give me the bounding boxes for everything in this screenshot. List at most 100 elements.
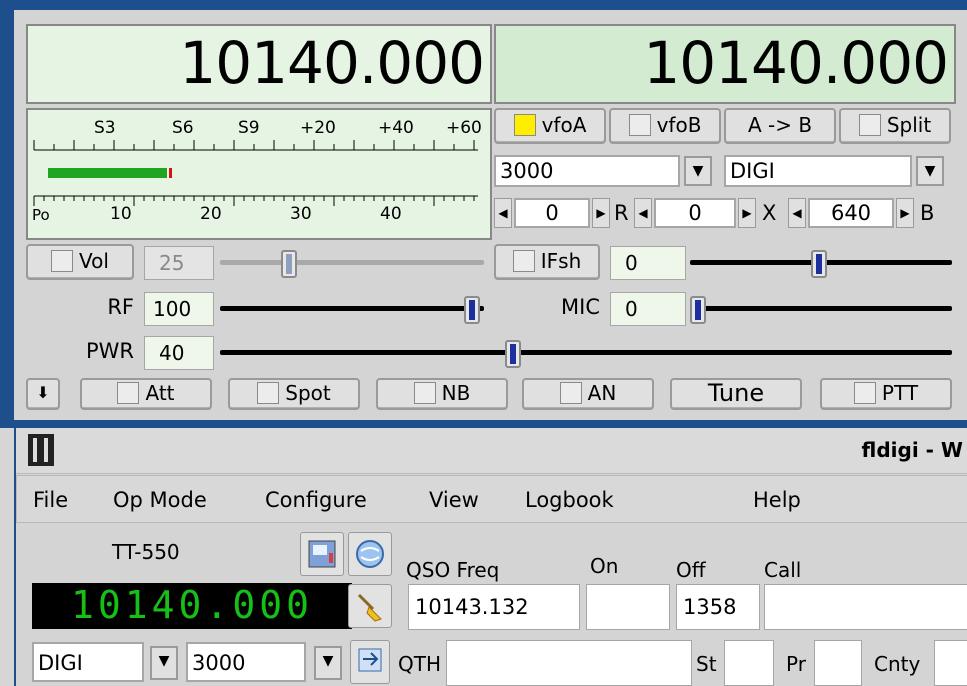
- fldigi-mode-dropdown[interactable]: ▼: [150, 646, 178, 680]
- ifsh-toggle-button[interactable]: IFsh: [494, 244, 600, 280]
- split-button[interactable]: Split: [839, 108, 951, 144]
- cnty-label: Cnty: [874, 652, 921, 676]
- menu-bar: File Op Mode Configure View Logbook Help: [16, 475, 967, 523]
- shift-r-label: R: [614, 201, 629, 225]
- vol-label: Vol: [79, 249, 109, 273]
- fldigi-mode-select[interactable]: DIGI: [32, 642, 144, 682]
- mic-value: 0: [610, 292, 686, 326]
- ifsh-indicator: [512, 250, 535, 272]
- vfo-b-frequency-display[interactable]: 10140.000: [494, 24, 956, 104]
- lookup-icon[interactable]: [350, 640, 390, 684]
- po-scale-label: 30: [290, 204, 312, 224]
- qso-freq-header: QSO Freq: [406, 558, 500, 582]
- arrow-left-icon: ◀: [792, 206, 802, 220]
- spot-button[interactable]: Spot: [228, 378, 360, 410]
- s-scale-label: S3: [94, 118, 116, 138]
- shift-b-value[interactable]: 640: [808, 198, 894, 228]
- pr-field[interactable]: [814, 640, 862, 686]
- rig-window: 10140.000 10140.000 S3 S6 S9 +20 +40 +60…: [0, 0, 967, 428]
- clear-broom-icon[interactable]: [348, 584, 392, 628]
- ifsh-slider[interactable]: [690, 246, 952, 282]
- qth-field[interactable]: [446, 640, 692, 686]
- menu-logbook[interactable]: Logbook: [525, 488, 614, 512]
- menu-configure[interactable]: Configure: [265, 488, 367, 512]
- on-time-field[interactable]: [586, 584, 670, 630]
- bandwidth-dropdown-button[interactable]: ▼: [684, 156, 712, 186]
- bandwidth-select[interactable]: 3000: [494, 155, 680, 187]
- qso-freq-field[interactable]: 10143.132: [408, 584, 580, 630]
- nb-button[interactable]: NB: [376, 378, 508, 410]
- menu-view[interactable]: View: [429, 488, 479, 512]
- arrow-right-icon: ▶: [900, 206, 910, 220]
- mic-slider[interactable]: [690, 292, 952, 328]
- st-label: St: [696, 652, 717, 676]
- shift-b-increment[interactable]: ▶: [896, 198, 914, 228]
- st-field[interactable]: [724, 640, 774, 686]
- vfo-b-indicator: [628, 114, 651, 136]
- qth-label: QTH: [398, 652, 441, 676]
- off-time-field[interactable]: 1358: [676, 584, 760, 630]
- menu-op-mode[interactable]: Op Mode: [113, 488, 207, 512]
- menu-file[interactable]: File: [33, 488, 68, 512]
- split-indicator: [858, 114, 881, 136]
- nb-indicator: [413, 382, 436, 404]
- shift-b-decrement[interactable]: ◀: [788, 198, 806, 228]
- globe-icon[interactable]: [348, 532, 392, 576]
- shift-x-increment[interactable]: ▶: [738, 198, 756, 228]
- expand-button[interactable]: ⬇: [26, 378, 60, 410]
- an-button[interactable]: AN: [522, 378, 654, 410]
- att-indicator: [117, 382, 140, 404]
- att-label: Att: [145, 381, 175, 405]
- po-scale-label: 40: [380, 204, 402, 224]
- fldigi-bandwidth-select[interactable]: 3000: [186, 642, 306, 682]
- shift-b-label: B: [920, 201, 935, 225]
- shift-r-value[interactable]: 0: [514, 198, 590, 228]
- s-scale-label: +40: [378, 118, 414, 138]
- rig-control-icon[interactable]: [300, 532, 344, 576]
- pr-label: Pr: [786, 652, 806, 676]
- shift-x-value[interactable]: 0: [654, 198, 736, 228]
- tune-button[interactable]: Tune: [670, 378, 802, 410]
- shift-r-decrement[interactable]: ◀: [494, 198, 512, 228]
- chevron-down-icon: ▼: [322, 653, 334, 669]
- fldigi-app-icon: [28, 434, 54, 466]
- po-scale-label: 10: [110, 204, 132, 224]
- rf-slider[interactable]: [220, 292, 484, 328]
- vfo-a-button[interactable]: vfoA: [494, 108, 606, 144]
- mode-dropdown-button[interactable]: ▼: [916, 156, 944, 186]
- nb-label: NB: [441, 381, 471, 405]
- shift-r-increment[interactable]: ▶: [592, 198, 610, 228]
- arrow-left-icon: ◀: [638, 206, 648, 220]
- call-field[interactable]: [764, 584, 967, 630]
- ifsh-value: 0: [610, 246, 686, 280]
- att-button[interactable]: Att: [80, 378, 212, 410]
- a-to-b-button[interactable]: A -> B: [724, 108, 836, 144]
- window-title: fldigi - W: [861, 438, 963, 462]
- vol-indicator: [51, 250, 74, 272]
- fldigi-bandwidth-dropdown[interactable]: ▼: [314, 646, 342, 680]
- ptt-indicator: [853, 382, 876, 404]
- menu-help[interactable]: Help: [753, 488, 801, 512]
- off-header: Off: [676, 558, 706, 582]
- frequency-lcd[interactable]: 10140.000: [32, 583, 352, 629]
- lookup-graphic: [358, 648, 382, 672]
- rf-label: RF: [107, 295, 134, 319]
- arrow-right-icon: ▶: [742, 206, 752, 220]
- cnty-field[interactable]: [934, 640, 967, 686]
- vfo-a-frequency-display[interactable]: 10140.000: [26, 24, 492, 104]
- mode-select[interactable]: DIGI: [724, 155, 912, 187]
- chevron-down-icon: ▼: [924, 163, 936, 179]
- vol-toggle-button[interactable]: Vol: [26, 244, 134, 280]
- arrow-left-icon: ◀: [498, 206, 508, 220]
- vol-slider[interactable]: [220, 246, 484, 282]
- shift-x-label: X: [762, 201, 777, 225]
- po-scale-label: Po: [32, 206, 50, 224]
- ptt-button[interactable]: PTT: [820, 378, 952, 410]
- shift-x-decrement[interactable]: ◀: [634, 198, 652, 228]
- an-label: AN: [587, 381, 617, 405]
- vfo-b-button[interactable]: vfoB: [609, 108, 721, 144]
- ptt-label: PTT: [881, 381, 919, 405]
- pwr-value: 40: [144, 336, 214, 370]
- pwr-slider[interactable]: [220, 336, 952, 372]
- rf-value: 100: [144, 292, 214, 326]
